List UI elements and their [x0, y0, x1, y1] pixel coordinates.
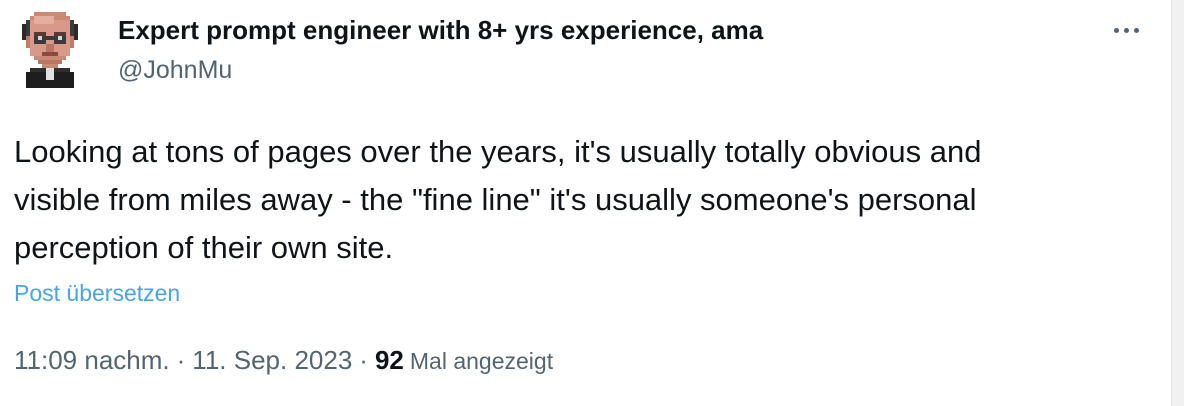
- separator-dot: ·: [176, 345, 186, 375]
- translate-post-link[interactable]: Post übersetzen: [14, 278, 180, 308]
- author-name[interactable]: Expert prompt engineer with 8+ yrs exper…: [118, 14, 763, 46]
- tweet-text-line: perception of their own site.: [14, 230, 394, 265]
- more-options-button[interactable]: [1102, 14, 1150, 46]
- tweet-meta: 11:09 nachm. · 11. Sep. 2023 · 92 Mal an…: [14, 342, 553, 379]
- tweet-text-line: visible from miles away - the "fine line…: [14, 182, 977, 217]
- more-horizontal-icon: [1113, 27, 1139, 33]
- separator-dot: ·: [359, 345, 368, 375]
- views-label: Mal angezeigt: [409, 348, 554, 374]
- tweet-text-line: Looking at tons of pages over the years,…: [14, 134, 982, 169]
- tweet-time[interactable]: 11:09 nachm.: [14, 342, 170, 378]
- pixel-portrait-icon: [22, 12, 78, 88]
- views-count[interactable]: 92: [375, 342, 404, 378]
- tweet-text: Looking at tons of pages over the years,…: [14, 128, 1144, 272]
- tweet-date[interactable]: 11. Sep. 2023: [192, 342, 352, 378]
- tweet-card: Expert prompt engineer with 8+ yrs exper…: [0, 0, 1184, 406]
- avatar[interactable]: [18, 12, 82, 88]
- scrollbar[interactable]: [1171, 0, 1184, 406]
- author-handle[interactable]: @JohnMu: [118, 54, 232, 86]
